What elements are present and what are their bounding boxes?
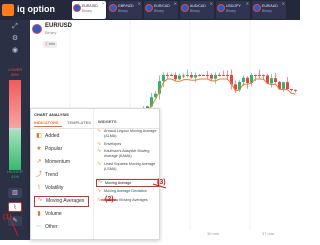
annotation-step-3: (3) [157,179,166,186]
annotation-step-2: (2) [105,196,114,203]
annotation-arrow-1 [11,221,19,237]
annotation-arrows [11,183,167,237]
